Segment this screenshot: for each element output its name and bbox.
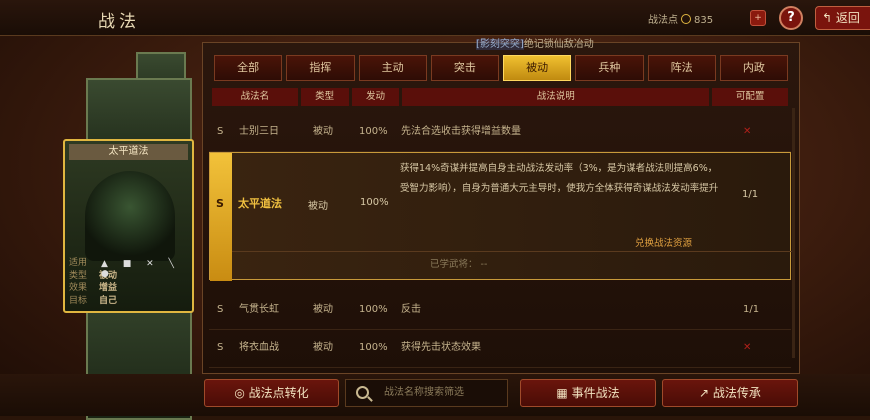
scroll-icon: ▦	[556, 386, 572, 400]
warrior-illustration	[85, 171, 175, 261]
row-name: 气贯长虹	[239, 304, 279, 315]
search-input[interactable]: 战法名称搜索筛选	[345, 379, 508, 407]
troop-type-icons: ▲ ■ ✕ ╲ ●	[101, 259, 180, 279]
row-desc: 获得先击状态效果	[401, 342, 481, 353]
row-rate: 100%	[359, 126, 388, 137]
currency-value: 835	[694, 15, 714, 26]
learned-value: --	[480, 259, 488, 270]
row-type: 被动	[313, 304, 333, 315]
add-currency-button[interactable]: +	[750, 10, 766, 26]
tab-internal[interactable]: 内政	[719, 55, 788, 81]
card-info-val: 自己	[99, 295, 118, 306]
tab-command[interactable]: 指挥	[286, 55, 355, 81]
convert-icon: ◎	[234, 386, 249, 400]
selection-stripe	[210, 153, 232, 281]
search-icon	[356, 386, 369, 399]
table-header: 战法名 类型 发动 战法说明 可配置	[212, 88, 788, 106]
learned-label: 已学武将：	[430, 259, 478, 270]
banner-text: 绝记锁仙敌冶动	[523, 39, 594, 50]
learned-generals: 已学武将： --	[232, 251, 792, 277]
row-count: 1/1	[742, 189, 759, 200]
row-rate: 100%	[360, 197, 389, 208]
row-type: 被动	[313, 126, 333, 137]
card-info-key: 目标	[69, 295, 88, 306]
event-banner: [影刻突突]绝记锁仙敌冶动	[476, 35, 594, 50]
category-tabs: 全部 指挥 主动 突击 被动 兵种 阵法 内政	[214, 55, 788, 81]
tab-assault[interactable]: 突击	[430, 55, 499, 81]
row-level: S	[216, 197, 224, 210]
help-button[interactable]: ?	[779, 6, 803, 30]
exchange-resource-link[interactable]: 兑换战法资源	[635, 235, 692, 249]
tab-formation[interactable]: 阵法	[647, 55, 716, 81]
row-desc: 先法合选收击获得增益数量	[401, 126, 521, 137]
tab-troop[interactable]: 兵种	[575, 55, 644, 81]
currency-display: 战法点 835	[648, 11, 713, 26]
event-tactics-button[interactable]: ▦ 事件战法	[520, 379, 656, 407]
row-level: S	[217, 342, 224, 353]
table-row[interactable]: S 气贯长虹 被动 100% 反击 1/1	[209, 290, 791, 330]
row-desc: 反击	[401, 304, 421, 315]
unavailable-mark-icon: ✕	[743, 342, 752, 353]
row-name: 士别三日	[239, 126, 279, 137]
inherit-label: 战法传承	[712, 386, 761, 400]
header-name: 战法名	[212, 88, 298, 106]
search-placeholder: 战法名称搜索筛选	[384, 387, 464, 398]
tab-passive[interactable]: 被动	[503, 55, 572, 81]
list-scrollbar[interactable]	[792, 108, 795, 358]
header-type: 类型	[300, 88, 349, 106]
arrow-icon: ↗	[699, 386, 713, 400]
unavailable-mark-icon: ✕	[743, 126, 752, 137]
row-level: S	[217, 304, 224, 315]
row-type: 被动	[308, 201, 328, 212]
tactic-card-selected[interactable]: 太平道法 适用 类型 被动 效果 增益 目标 自己 ▲ ■ ✕ ╲ ●	[63, 139, 194, 313]
row-name: 太平道法	[238, 197, 282, 210]
convert-label: 战法点转化	[248, 386, 309, 400]
header-rate: 发动	[351, 88, 400, 106]
back-label: 返回	[835, 11, 860, 25]
row-name: 将衣血战	[239, 342, 279, 353]
header-count: 可配置	[712, 88, 788, 106]
coin-icon	[681, 14, 691, 24]
row-level: S	[217, 126, 224, 137]
card-info-key: 效果	[69, 283, 88, 293]
tab-active[interactable]: 主动	[358, 55, 427, 81]
row-type: 被动	[313, 342, 333, 353]
table-row[interactable]: S 将衣血战 被动 100% 获得先击状态效果 ✕	[209, 328, 791, 368]
tab-all[interactable]: 全部	[214, 55, 283, 81]
top-bar: 战法 战法点 835 + ? ↰ 返回	[0, 0, 870, 36]
header-desc: 战法说明	[402, 88, 710, 106]
inherit-tactic-button[interactable]: ↗ 战法传承	[662, 379, 798, 407]
event-tactics-label: 事件战法	[571, 386, 620, 400]
table-row[interactable]: S 士别三日 被动 100% 先法合选收击获得增益数量 ✕	[209, 112, 791, 152]
banner-highlight: [影刻突突]	[476, 39, 524, 50]
convert-points-button[interactable]: ◎ 战法点转化	[204, 379, 339, 407]
back-arrow-icon: ↰	[822, 11, 836, 25]
card-info-key: 类型	[69, 270, 88, 281]
page-title: 战法	[98, 12, 140, 32]
row-rate: 100%	[359, 304, 388, 315]
card-info-key: 适用	[69, 258, 88, 268]
back-button[interactable]: ↰ 返回	[815, 6, 870, 30]
row-rate: 100%	[359, 342, 388, 353]
card-title: 太平道法	[69, 144, 188, 160]
card-info-val: 增益	[99, 283, 118, 293]
currency-label: 战法点	[648, 15, 678, 26]
table-row-selected[interactable]: S 太平道法 被动 100% 获得14%奇谋并提高自身主动战法发动率（3%，是为…	[209, 152, 792, 281]
row-desc: 获得14%奇谋并提高自身主动战法发动率（3%，是为谋者战法则提高6%，受智力影响…	[400, 163, 719, 194]
row-count: 1/1	[743, 304, 760, 315]
